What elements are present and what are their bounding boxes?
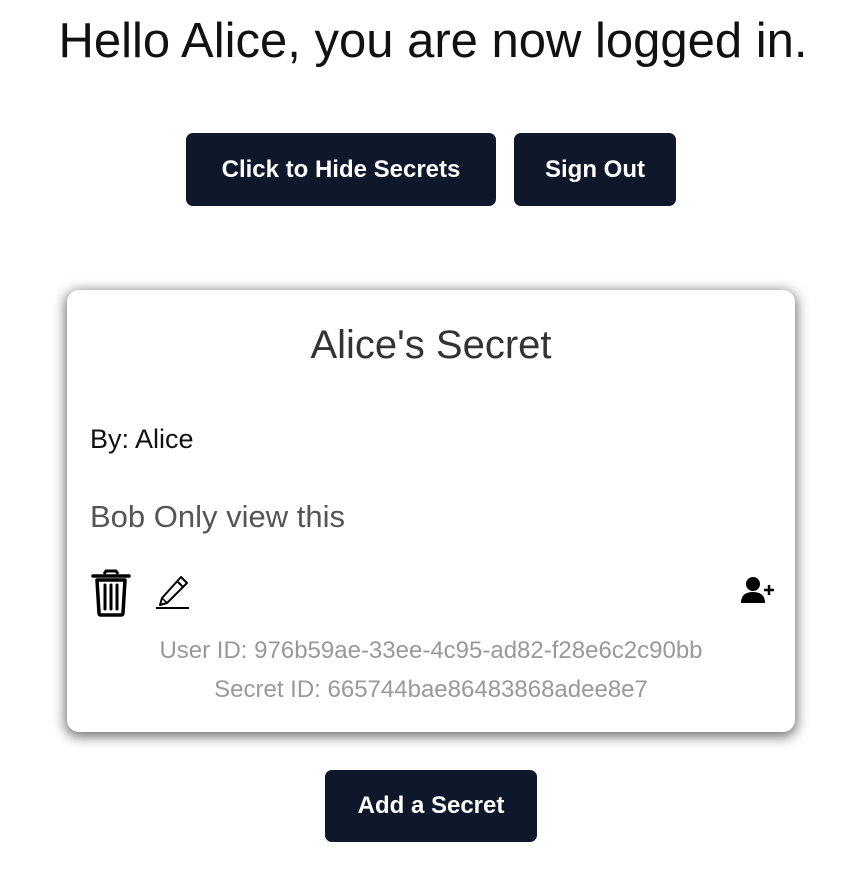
author-prefix: By:	[90, 424, 136, 454]
secret-author: By: Alice	[90, 424, 194, 455]
pencil-icon[interactable]	[155, 574, 191, 610]
user-id-value: 976b59ae-33ee-4c95-ad82-f28e6c2c90bb	[254, 637, 703, 664]
greeting-heading: Hello Alice, you are now logged in.	[58, 14, 808, 68]
add-user-icon[interactable]	[741, 576, 775, 604]
page: Hello Alice, you are now logged in. Clic…	[0, 0, 866, 876]
trash-icon[interactable]	[91, 569, 131, 617]
secret-id-value: 665744bae86483868adee8e7	[327, 676, 648, 703]
user-id-text: User ID: 976b59ae-33ee-4c95-ad82-f28e6c2…	[67, 637, 795, 665]
add-secret-button[interactable]: Add a Secret	[325, 770, 537, 842]
secret-card: Alice's Secret By: Alice Bob Only view t…	[67, 290, 795, 732]
secret-id-text: Secret ID: 665744bae86483868adee8e7	[67, 676, 795, 704]
secret-title: Alice's Secret	[310, 323, 552, 367]
secret-content: Bob Only view this	[90, 499, 345, 534]
user-id-label: User ID:	[159, 637, 255, 664]
sign-out-button[interactable]: Sign Out	[514, 133, 676, 206]
secret-id-label: Secret ID:	[214, 676, 328, 703]
author-name: Alice	[135, 424, 194, 454]
hide-secrets-button[interactable]: Click to Hide Secrets	[186, 133, 496, 206]
